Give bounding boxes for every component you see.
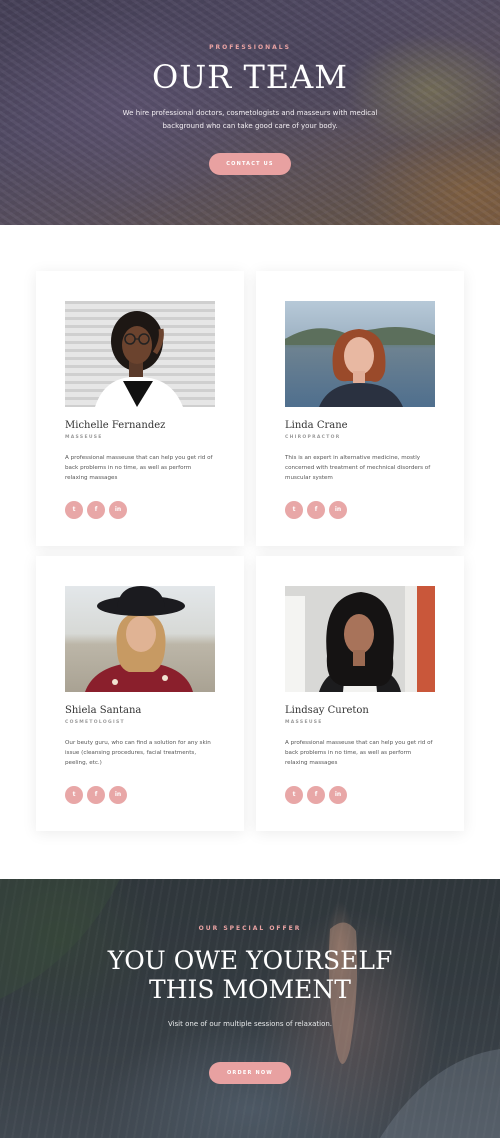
hero-eyebrow: PROFESSIONALS [209, 44, 291, 51]
social-links: t f in [65, 501, 215, 519]
team-card-lindsay: Lindsay Cureton MASSEUSE A professional … [256, 556, 464, 831]
portrait-illustration [285, 301, 435, 407]
portrait-illustration [65, 586, 215, 692]
member-role: MASSEUSE [285, 720, 323, 725]
member-bio: A professional masseuse that can help yo… [285, 740, 433, 766]
member-bio: This is an expert in alternative medicin… [285, 455, 431, 481]
offer-eyebrow: OUR SPECIAL OFFER [198, 925, 302, 932]
member-photo [285, 586, 435, 692]
social-links: t f in [65, 786, 215, 804]
offer-content: OUR SPECIAL OFFER YOU OWE YOURSELF THIS … [0, 879, 500, 1084]
contact-us-button[interactable]: CONTACT US [209, 153, 291, 175]
member-photo [285, 301, 435, 407]
twitter-icon[interactable]: t [65, 786, 83, 804]
offer-title-line-1: YOU OWE YOURSELF [107, 946, 393, 975]
facebook-icon[interactable]: f [87, 786, 105, 804]
twitter-icon[interactable]: t [285, 786, 303, 804]
member-role: COSMETOLOGIST [65, 720, 125, 725]
linkedin-icon[interactable]: in [329, 786, 347, 804]
facebook-icon[interactable]: f [307, 501, 325, 519]
offer-title: YOU OWE YOURSELF THIS MOMENT [0, 946, 500, 1004]
linkedin-icon[interactable]: in [109, 786, 127, 804]
team-card-michelle: Michelle Fernandez MASSEUSE A profession… [36, 271, 244, 546]
member-name: Shiela Santana [65, 705, 142, 716]
member-bio: Our beuty guru, who can find a solution … [65, 740, 211, 766]
team-card-shiela: Shiela Santana COSMETOLOGIST Our beuty g… [36, 556, 244, 831]
member-name: Michelle Fernandez [65, 420, 166, 431]
hero-description: We hire professional doctors, cosmetolog… [122, 109, 378, 130]
portrait-illustration [65, 301, 215, 407]
order-now-button[interactable]: ORDER NOW [209, 1062, 291, 1084]
hero-section: PROFESSIONALS OUR TEAM We hire professio… [0, 0, 500, 225]
team-section: Michelle Fernandez MASSEUSE A profession… [0, 225, 500, 879]
facebook-icon[interactable]: f [87, 501, 105, 519]
portrait-illustration [285, 586, 435, 692]
member-photo [65, 301, 215, 407]
member-name: Lindsay Cureton [285, 705, 369, 716]
social-links: t f in [285, 501, 435, 519]
hero-content: PROFESSIONALS OUR TEAM We hire professio… [0, 0, 500, 175]
offer-description: Visit one of our multiple sessions of re… [167, 1020, 333, 1028]
member-role: CHIROPRACTOR [285, 435, 341, 440]
offer-title-line-2: THIS MOMENT [149, 975, 351, 1004]
twitter-icon[interactable]: t [285, 501, 303, 519]
twitter-icon[interactable]: t [65, 501, 83, 519]
linkedin-icon[interactable]: in [329, 501, 347, 519]
special-offer-section: OUR SPECIAL OFFER YOU OWE YOURSELF THIS … [0, 879, 500, 1138]
member-photo [65, 586, 215, 692]
linkedin-icon[interactable]: in [109, 501, 127, 519]
team-card-linda: Linda Crane CHIROPRACTOR This is an expe… [256, 271, 464, 546]
member-role: MASSEUSE [65, 435, 103, 440]
member-bio: A professional masseuse that can help yo… [65, 455, 213, 481]
page-title: OUR TEAM [151, 58, 349, 96]
social-links: t f in [285, 786, 435, 804]
facebook-icon[interactable]: f [307, 786, 325, 804]
member-name: Linda Crane [285, 420, 348, 431]
